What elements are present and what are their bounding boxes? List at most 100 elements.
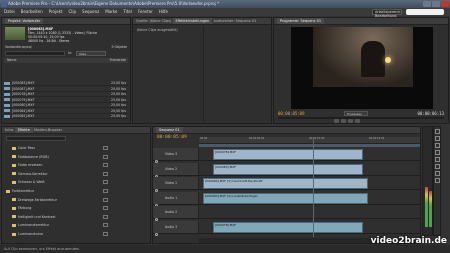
project-row[interactable]: [000078].MXF 25,00 fps <box>4 92 128 97</box>
effect-item[interactable]: Farbbalance (RGB) <box>4 154 148 160</box>
sequence-tab-label[interactable]: Sequenz 01 <box>156 127 183 133</box>
effect-folder[interactable]: Farbkorrektur <box>4 188 148 194</box>
premiere-app-icon <box>1 1 7 7</box>
timeline-track: Video 2 [000083].MXF <box>153 162 420 178</box>
tab-effects[interactable]: Effekte <box>14 127 33 133</box>
folder-icon <box>6 189 10 193</box>
timeline-tab[interactable]: Sequenz 01 <box>153 127 420 134</box>
track-header[interactable]: Audio 1 <box>153 191 199 207</box>
zoom-tool-icon[interactable] <box>434 178 440 183</box>
effect-item[interactable]: Luminanzkurve <box>4 231 148 237</box>
menu-marke[interactable]: Marke <box>105 8 117 16</box>
step-back-button[interactable] <box>334 119 339 123</box>
program-video-frame <box>291 27 433 109</box>
effect-item[interactable]: Luminanzkorrektur <box>4 222 148 228</box>
tab-audio-mixer[interactable]: Audiomixer: Sequenz 01 <box>214 19 257 23</box>
ripple-edit-tool-icon[interactable] <box>434 143 440 148</box>
track-header[interactable]: Audio 2 <box>153 206 199 221</box>
step-forward-button[interactable] <box>348 119 353 123</box>
effect-item[interactable]: Farbe ersetzen <box>4 162 148 168</box>
track-header[interactable]: Audio 3 <box>153 220 199 236</box>
window-title: Adobe Premiere Pro - C:\Users\video2brai… <box>8 1 220 6</box>
tab-media-browser[interactable]: Medien-Browser <box>34 128 62 132</box>
timeline-clip[interactable]: [000083].MXF <box>213 163 363 175</box>
loop-button[interactable] <box>355 119 360 123</box>
program-timecode[interactable]: 00:00:05:09 <box>278 111 305 116</box>
playhead[interactable] <box>313 137 314 237</box>
project-row-rate: 25,00 fps <box>111 97 126 102</box>
status-bar: Auf Clip anwenden, um Effekt anzuwenden. <box>0 245 450 253</box>
menu-hilfe[interactable]: Hilfe <box>159 8 168 16</box>
menu-datei[interactable]: Datei <box>4 8 15 16</box>
time-ruler[interactable]: 00:00 00:00:05:00 00:00:10:00 00:00:15:0… <box>199 137 420 144</box>
pen-tool-icon[interactable] <box>434 164 440 169</box>
effect-item[interactable]: Color Pass <box>4 145 148 151</box>
hand-tool-icon[interactable] <box>434 171 440 176</box>
project-row[interactable]: [000084].MXF 25,00 fps <box>4 109 128 114</box>
razor-tool-icon[interactable] <box>434 150 440 155</box>
slip-tool-icon[interactable] <box>434 157 440 162</box>
project-row[interactable]: [000083].MXF 25,00 fps <box>4 81 128 86</box>
tab-source[interactable]: Quelle: (Keine Clips) <box>136 19 171 23</box>
project-panel-tab[interactable]: Projekt: Vorlaeufer <box>2 18 130 25</box>
help-search-input[interactable] <box>406 9 444 15</box>
timeline-timecode[interactable]: 00:00:05:09 <box>157 135 187 140</box>
project-tab-label[interactable]: Projekt: Vorlaeufer <box>5 18 44 24</box>
source-panel: Quelle: (Keine Clips) Effekteinstellunge… <box>132 17 272 124</box>
project-search-input[interactable] <box>5 51 65 56</box>
effect-item[interactable]: Dreiwege-Farbkorrektur <box>4 197 148 203</box>
timeline-clip[interactable]: [000078].MXF <box>213 149 363 160</box>
program-scrubber[interactable] <box>278 117 444 119</box>
program-tab-label[interactable]: Programm: Sequenz 01 <box>277 18 325 24</box>
minimize-button[interactable] <box>423 1 431 7</box>
menu-projekt[interactable]: Projekt <box>49 8 63 16</box>
effect-item[interactable]: Helligkeit und Kontrast <box>4 214 148 220</box>
fit-dropdown[interactable]: Einpassen <box>344 111 368 116</box>
effect-icon <box>12 232 16 236</box>
menu-clip[interactable]: Clip <box>68 8 76 16</box>
accelerated-icon <box>103 223 108 228</box>
menu-sequenz[interactable]: Sequenz <box>82 8 99 16</box>
track-label: Video 1 <box>165 181 177 185</box>
menu-bearbeiten[interactable]: Bearbeiten <box>21 8 43 16</box>
clip-thumbnail <box>5 27 25 40</box>
play-button[interactable] <box>341 119 346 123</box>
close-button[interactable] <box>441 1 449 7</box>
work-area-bar[interactable] <box>199 144 420 147</box>
accelerated-icon <box>103 197 108 202</box>
maximize-button[interactable] <box>432 1 440 7</box>
track-header[interactable]: Video 3 <box>153 148 199 163</box>
col-framerate[interactable]: Framerate <box>110 58 126 63</box>
project-row[interactable]: [000079].MXF 25,00 fps <box>4 98 128 103</box>
tab-effect-controls[interactable]: Effekteinstellungen <box>172 18 213 24</box>
track-header[interactable]: Video 2 <box>153 162 199 178</box>
effect-item[interactable]: Färbung <box>4 205 148 211</box>
divider <box>203 26 204 122</box>
col-name[interactable]: Name <box>7 58 16 62</box>
tab-info[interactable]: Infos <box>5 128 13 132</box>
ruler-label-1: 00:00:05:00 <box>249 137 265 140</box>
effect-item[interactable]: Gamma-Korrektur <box>4 171 148 177</box>
accelerated-icon <box>103 154 108 159</box>
menu-bar: Datei Bearbeiten Projekt Clip Sequenz Ma… <box>0 8 450 18</box>
track-select-tool-icon[interactable] <box>434 136 440 141</box>
effect-item[interactable]: Schwarz & Weiß <box>4 179 148 185</box>
video-frame-lamp <box>385 57 391 63</box>
timeline-clip[interactable]: [000078].MXF <box>213 221 363 233</box>
effect-icon <box>12 163 16 167</box>
timeline-clip[interactable]: [000083].MXF [A] Lautstärke:Pegel <box>203 192 368 204</box>
project-row[interactable]: [000082].MXF 25,00 fps <box>4 114 128 119</box>
effects-search-input[interactable] <box>6 136 66 141</box>
track-header[interactable]: Video 1 <box>153 177 199 192</box>
project-row[interactable]: [000087].MXF 25,00 fps <box>4 87 128 92</box>
selection-tool-icon[interactable] <box>434 129 440 134</box>
clip-swatch-icon <box>4 103 10 107</box>
search-scope-dropdown[interactable]: Alles <box>76 51 106 56</box>
program-tab[interactable]: Programm: Sequenz 01 <box>274 18 448 25</box>
menu-fenster[interactable]: Fenster <box>138 8 153 16</box>
workspace-dropdown[interactable]: Arbeitsbereich: Bearbeitung <box>372 9 402 18</box>
project-row[interactable]: [000080].MXF 25,00 fps <box>4 103 128 108</box>
menu-titel[interactable]: Titel <box>123 8 132 16</box>
speaker-icon[interactable] <box>155 232 158 236</box>
timeline-clip[interactable]: [000084].MXF [V] Deckkraft:Deckkraft <box>203 178 368 189</box>
